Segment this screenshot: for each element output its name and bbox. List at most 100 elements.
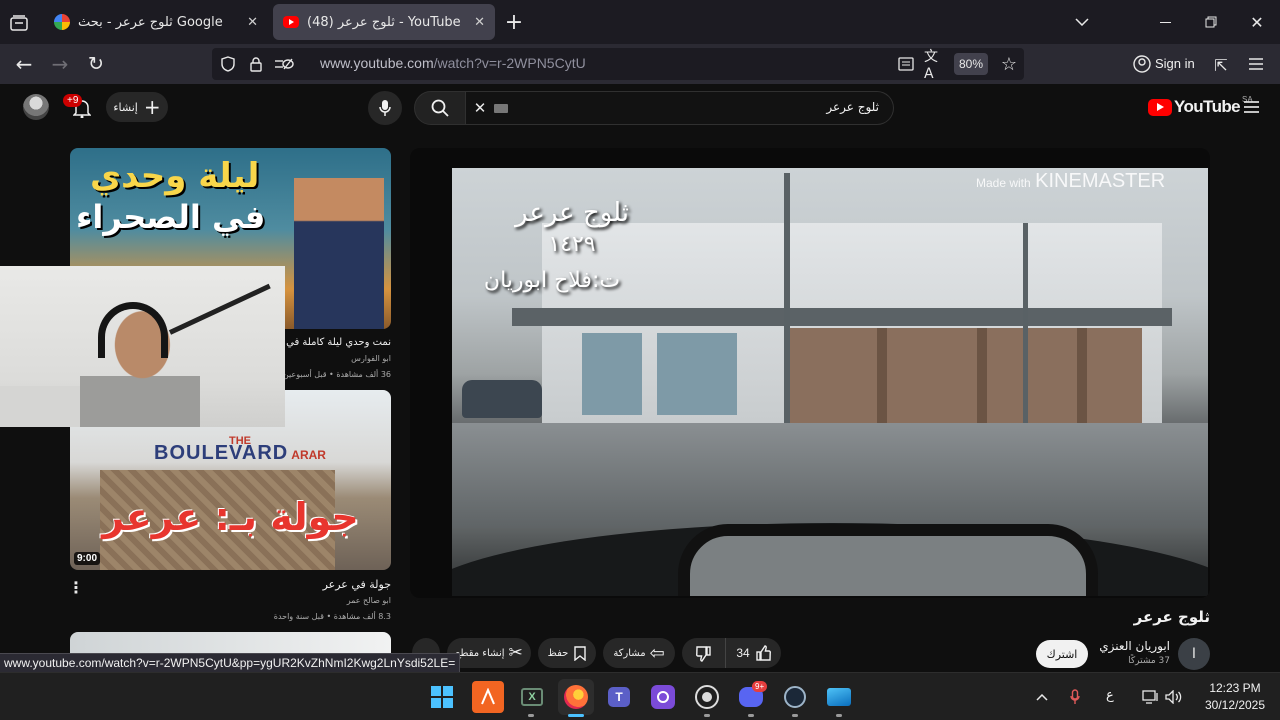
like-button[interactable]: 34	[727, 638, 781, 668]
create-label: إنشاء	[113, 100, 138, 114]
channel-initial: ا	[1192, 646, 1196, 662]
steam-icon[interactable]	[779, 681, 811, 713]
thumbs-down-icon	[696, 645, 711, 662]
microphone-icon	[379, 100, 391, 116]
start-button[interactable]	[426, 681, 458, 713]
video-player[interactable]: ثلوج عرعر ١٤٢٩ ت:فلاح ابوريان Made with …	[410, 148, 1210, 598]
network-icon[interactable]	[1140, 687, 1160, 707]
extensions-icon[interactable]: ⇱	[1210, 54, 1232, 76]
save-label: حفظ	[547, 647, 569, 659]
tab-google-search[interactable]: ثلوج عرعر - بحث Google ✕	[44, 4, 268, 40]
youtube-logo[interactable]: YouTube SA	[1148, 95, 1253, 117]
reader-view-icon[interactable]	[896, 54, 916, 74]
thumbnail-title-line-1: ليلة وحدي	[90, 156, 260, 196]
close-tab-icon[interactable]: ✕	[474, 15, 485, 30]
road	[452, 423, 1208, 528]
chevron-up-icon[interactable]	[1032, 687, 1052, 707]
restore-icon[interactable]	[1201, 12, 1221, 32]
boulevard-sign: THE BOULEVARD ARAR	[110, 435, 370, 463]
photos-icon[interactable]	[823, 681, 855, 713]
discord-badge: 9+	[752, 681, 768, 692]
excel-icon[interactable]: X	[516, 681, 548, 713]
url-text[interactable]: www.youtube.com/watch?v=r-2WPN5CytU	[320, 55, 586, 71]
app-icon-purple[interactable]	[647, 681, 679, 713]
search-icon	[431, 99, 449, 117]
search-box[interactable]: ✕ ثلوج عرعر	[466, 91, 894, 125]
like-dislike-group: 34	[682, 638, 781, 668]
search-query[interactable]: ثلوج عرعر	[826, 100, 879, 114]
tab-youtube[interactable]: (48) ثلوج عرعر - YouTube ✕	[273, 4, 495, 40]
link-status-bar: www.youtube.com/watch?v=r-2WPN5CytU&pp=y…	[0, 653, 460, 673]
bookmark-icon	[574, 645, 587, 661]
thumbnail-title: جولة بـ: عرعر	[102, 495, 359, 539]
forward-icon[interactable]: →	[48, 52, 72, 76]
app-icon-orange[interactable]	[472, 681, 504, 713]
back-icon[interactable]: ←	[12, 52, 36, 76]
subscribe-button[interactable]: اشترك	[1036, 640, 1088, 668]
share-button[interactable]: مشاركة ⇦	[603, 638, 675, 668]
tab-list-icon[interactable]	[8, 12, 30, 34]
account-icon[interactable]	[1132, 54, 1152, 74]
recommendation-channel[interactable]: ابو صالح عمر	[200, 596, 391, 605]
guide-menu-icon[interactable]	[1240, 96, 1262, 118]
create-button[interactable]: إنشاء +	[106, 92, 168, 122]
chevron-down-icon[interactable]	[1072, 12, 1092, 32]
video-overlay-credit: ت:فلاح ابوريان	[483, 268, 621, 293]
lock-icon[interactable]	[246, 54, 266, 74]
sign-in-button[interactable]: Sign in	[1155, 56, 1195, 71]
share-label: مشاركة	[613, 647, 646, 659]
menu-icon[interactable]	[1246, 54, 1266, 74]
video-title: ثلوج عرعر	[1133, 608, 1210, 626]
avatar[interactable]	[23, 94, 49, 120]
url-bar[interactable]: www.youtube.com/watch?v=r-2WPN5CytU 文A 8…	[212, 48, 1024, 82]
youtube-icon	[283, 16, 299, 28]
watermark-prefix: Made with	[976, 176, 1031, 190]
thumbnail-title-line-2: في الصحراء	[76, 198, 266, 236]
url-path: /watch?v=r-2WPN5CytU	[433, 55, 586, 71]
more-options-icon[interactable]: ⋮	[68, 577, 84, 597]
firefox-icon[interactable]	[558, 679, 594, 715]
obs-icon[interactable]	[691, 681, 723, 713]
clear-search-icon[interactable]: ✕	[470, 98, 490, 118]
zoom-level[interactable]: 80%	[954, 53, 988, 75]
scissors-icon: ✂	[508, 643, 523, 663]
share-arrow-icon: ⇦	[649, 642, 665, 664]
watermark-brand: KINEMASTER	[1035, 170, 1166, 192]
channel-avatar[interactable]: ا	[1178, 638, 1210, 670]
sign-text-3: ARAR	[291, 448, 326, 462]
close-tab-icon[interactable]: ✕	[247, 15, 258, 30]
tab-title: (48) ثلوج عرعر - YouTube	[307, 14, 461, 30]
minimize-icon[interactable]	[1155, 12, 1175, 32]
microphone-icon[interactable]	[1065, 687, 1085, 707]
clock-time[interactable]: 12:23 PM	[1196, 681, 1274, 695]
clip-label: إنشاء مقطع	[455, 647, 505, 659]
recommendation-meta: 8.3 ألف مشاهدة • قبل سنة واحدة	[273, 612, 391, 621]
room-shelf	[0, 386, 80, 427]
bookmark-star-icon[interactable]: ☆	[998, 53, 1020, 75]
windows-icon	[431, 686, 453, 708]
video-duration: 9:00	[74, 552, 101, 565]
new-tab-icon[interactable]: +	[504, 10, 524, 35]
volume-icon[interactable]	[1163, 687, 1185, 707]
shield-icon[interactable]	[218, 54, 238, 74]
running-indicator	[748, 714, 754, 717]
permissions-icon[interactable]	[272, 54, 296, 74]
parked-car	[462, 380, 542, 418]
clock-date[interactable]: 30/12/2025	[1196, 698, 1274, 712]
video-overlay-title: ثلوج عرعر	[514, 198, 630, 228]
youtube-logo-text: YouTube	[1174, 97, 1241, 116]
reload-icon[interactable]: ↻	[84, 52, 108, 76]
translate-icon[interactable]: 文A	[924, 49, 944, 82]
recommendation-title[interactable]: جولة في عرعر	[200, 578, 391, 591]
voice-search-button[interactable]	[368, 91, 402, 125]
close-window-icon[interactable]: ✕	[1247, 12, 1267, 32]
input-language[interactable]: ع	[1106, 688, 1114, 703]
utility-pole	[1023, 223, 1028, 423]
dislike-button[interactable]	[682, 638, 726, 668]
video-overlay-year: ١٤٢٩	[548, 232, 596, 257]
keyboard-icon[interactable]	[494, 104, 508, 113]
search-button[interactable]	[414, 91, 466, 125]
teams-icon[interactable]: T	[603, 681, 635, 713]
save-button[interactable]: حفظ	[538, 638, 596, 668]
youtube-page: +9 إنشاء + ✕ ثلوج عرعر YouTube SA ثلوج ع…	[0, 84, 1280, 672]
